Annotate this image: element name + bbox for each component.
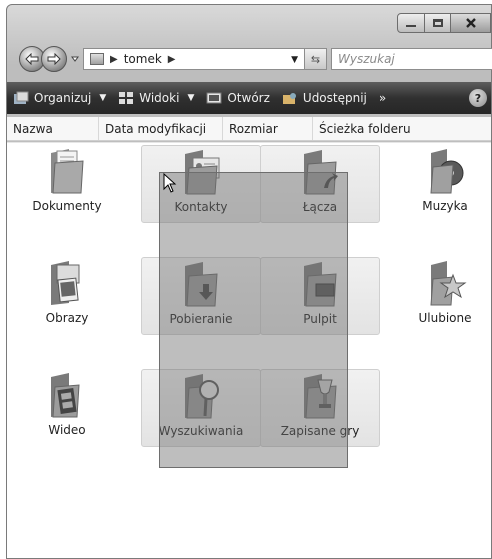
column-header-date-modified[interactable]: Data modyfikacji (99, 117, 223, 140)
more-commands-button[interactable]: » (373, 82, 392, 114)
folder-label: Wideo (48, 423, 86, 437)
back-arrow-icon (25, 53, 39, 65)
folder-item-muzyka[interactable]: Muzyka (385, 145, 492, 223)
videos-folder-icon (51, 373, 80, 418)
music-folder-icon (430, 149, 464, 194)
folder-label: Obrazy (45, 311, 89, 325)
breadcrumb-separator-icon[interactable]: ▶ (110, 54, 118, 65)
folder-item-ulubione[interactable]: Ulubione (385, 257, 492, 335)
minimize-icon (406, 25, 416, 27)
organize-button[interactable]: Organizuj ▼ (7, 82, 112, 114)
share-button[interactable]: Udostępnij (276, 82, 373, 114)
documents-folder-icon (51, 149, 84, 194)
minimize-button[interactable] (397, 13, 425, 33)
file-list: Dokumenty Kontakty Łącza Muzyka Obrazy P… (7, 142, 491, 558)
explorer-window: ▶ tomek ▶ ▼ ⇆ Wyszukaj Organizuj ▼ Widok… (6, 4, 492, 559)
maximize-icon (432, 19, 443, 27)
refresh-icon: ⇆ (310, 52, 321, 66)
share-label: Udostępnij (302, 91, 367, 105)
address-bar[interactable]: ▶ tomek ▶ ▼ (83, 48, 305, 70)
close-button[interactable] (451, 13, 491, 33)
share-icon (282, 93, 296, 104)
open-button[interactable]: Otwórz (200, 82, 276, 114)
command-bar: Organizuj ▼ Widoki ▼ Otwórz Udostępnij »… (7, 82, 491, 114)
computer-icon (90, 53, 104, 65)
column-header-folder-path[interactable]: Ścieżka folderu (313, 117, 423, 140)
mouse-pointer-icon (163, 173, 177, 193)
maximize-button[interactable] (425, 13, 451, 33)
search-input[interactable]: Wyszukaj (331, 48, 492, 70)
address-dropdown-icon[interactable]: ▼ (291, 55, 298, 65)
help-icon: ? (474, 91, 482, 105)
help-button[interactable]: ? (469, 89, 487, 107)
favorites-folder-icon (430, 261, 467, 306)
folder-label: Muzyka (422, 199, 468, 213)
column-header-size[interactable]: Rozmiar (223, 117, 313, 140)
caption-buttons (397, 13, 491, 33)
folder-label: Ulubione (418, 311, 472, 325)
selection-rectangle (159, 172, 348, 468)
chevron-down-icon: ▼ (99, 93, 107, 103)
folder-item-dokumenty[interactable]: Dokumenty (7, 145, 127, 223)
refresh-button[interactable]: ⇆ (305, 48, 327, 70)
forward-button[interactable] (41, 46, 67, 72)
navigation-bar: ▶ tomek ▶ ▼ ⇆ Wyszukaj (7, 45, 492, 75)
open-icon (206, 92, 222, 104)
close-icon (465, 18, 476, 28)
forward-arrow-icon (47, 53, 61, 65)
folder-item-wideo[interactable]: Wideo (7, 369, 127, 447)
recent-pages-dropdown-icon[interactable] (70, 54, 80, 64)
organize-label: Organizuj (34, 91, 92, 105)
column-header-name[interactable]: Nazwa (7, 117, 99, 140)
pictures-folder-icon (51, 261, 80, 305)
breadcrumb-separator-icon[interactable]: ▶ (168, 54, 176, 65)
views-button[interactable]: Widoki ▼ (112, 82, 200, 114)
organize-icon (14, 91, 29, 104)
more-commands-label: » (378, 91, 387, 105)
column-headers: Nazwa Data modyfikacji Rozmiar Ścieżka f… (7, 117, 491, 141)
views-label: Widoki (139, 91, 180, 105)
breadcrumb-item-tomek[interactable]: tomek (124, 52, 162, 66)
open-label: Otwórz (227, 91, 270, 105)
folder-item-obrazy[interactable]: Obrazy (7, 257, 127, 335)
chevron-down-icon: ▼ (187, 93, 195, 103)
views-icon (119, 92, 134, 104)
folder-label: Dokumenty (32, 199, 102, 213)
